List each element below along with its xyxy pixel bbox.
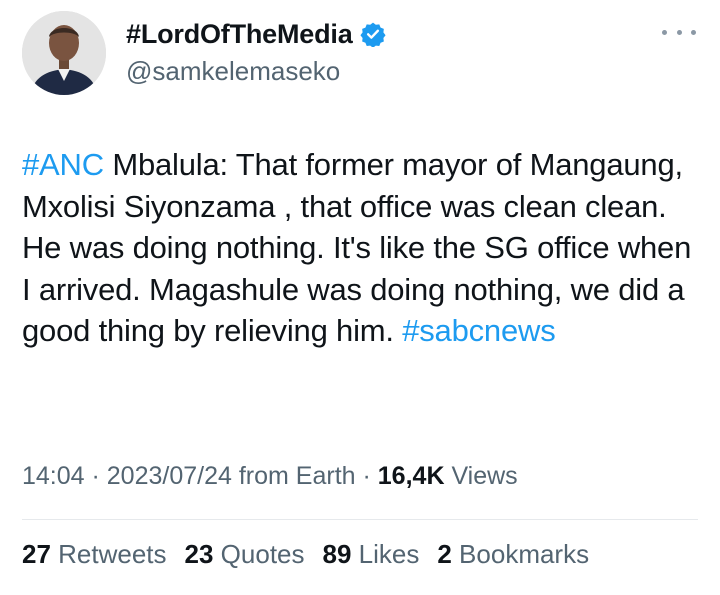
author-avatar[interactable]: [22, 11, 106, 95]
retweets-count: 27: [22, 539, 51, 569]
engagement-stats: 27 Retweets 23 Quotes 89 Likes 2 Bookmar…: [22, 539, 589, 570]
display-name[interactable]: #LordOfTheMedia: [126, 19, 353, 50]
tweet-meta: 14:04 · 2023/07/24 from Earth · 16,4K Vi…: [22, 462, 518, 491]
hashtag-link[interactable]: #ANC: [22, 147, 104, 182]
quotes-stat[interactable]: 23 Quotes: [185, 539, 305, 570]
divider: [22, 519, 698, 520]
name-row: #LordOfTheMedia: [126, 17, 386, 51]
profile-photo: [22, 11, 106, 95]
tweet-text: #ANC Mbalula: That former mayor of Manga…: [22, 144, 702, 352]
dot-icon: [691, 29, 696, 35]
separator: ·: [84, 462, 107, 490]
tweet-time[interactable]: 14:04: [22, 462, 85, 490]
tweet-body: Mbalula: That former mayor of Mangaung, …: [22, 147, 692, 348]
quotes-label: Quotes: [213, 539, 305, 569]
retweets-label: Retweets: [50, 539, 167, 569]
likes-label: Likes: [351, 539, 420, 569]
tweet-source: from Earth: [231, 462, 356, 490]
views[interactable]: 16,4K Views: [378, 462, 518, 490]
separator: ·: [355, 462, 378, 490]
hashtag-link[interactable]: #sabcnews: [402, 313, 555, 348]
bookmarks-stat[interactable]: 2 Bookmarks: [437, 539, 589, 570]
bookmarks-count: 2: [437, 539, 452, 569]
author-handle[interactable]: @samkelemaseko: [126, 56, 340, 87]
likes-stat[interactable]: 89 Likes: [323, 539, 420, 570]
views-count: 16,4K: [377, 462, 445, 490]
tweet-date[interactable]: 2023/07/24: [107, 462, 232, 490]
quotes-count: 23: [184, 539, 214, 569]
dot-icon: [662, 29, 667, 35]
verified-badge-icon: [359, 21, 386, 48]
bookmarks-label: Bookmarks: [451, 539, 590, 569]
retweets-stat[interactable]: 27 Retweets: [22, 539, 167, 570]
dot-icon: [676, 29, 682, 35]
likes-count: 89: [322, 539, 352, 569]
more-options-icon[interactable]: [662, 22, 696, 42]
views-label: Views: [444, 462, 518, 490]
